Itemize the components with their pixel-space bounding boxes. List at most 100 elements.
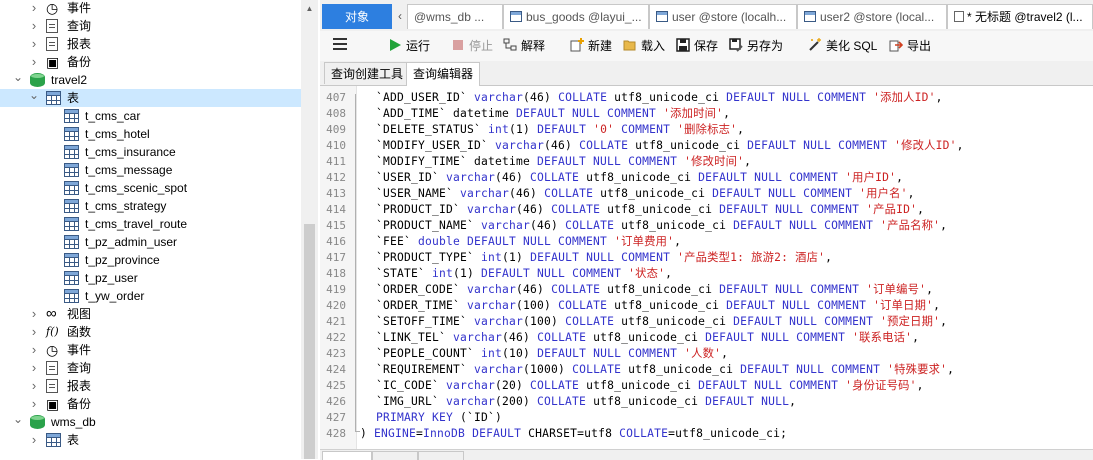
table-icon [510,11,522,22]
tree-item[interactable]: › 查询 [0,17,301,35]
tree-item[interactable]: › ▣ 备份 [0,53,301,71]
tree-item[interactable]: ⌄ travel2 [0,71,301,89]
code-line[interactable]: `MODIFY_TIME` datetime DEFAULT NULL COMM… [362,154,751,170]
chevron-right-icon[interactable]: › [28,0,40,17]
tree-item[interactable]: › ∞ 视图 [0,305,301,323]
chevron-down-icon[interactable]: ⌄ [28,89,40,107]
chevron-right-icon[interactable]: › [28,35,40,53]
code-line[interactable]: `PEOPLE_COUNT` int(10) DEFAULT NULL COMM… [362,346,728,362]
code-line[interactable]: `USER_NAME` varchar(46) COLLATE utf8_uni… [362,186,915,202]
tree-item[interactable]: › ▣ 备份 [0,395,301,413]
chevron-right-icon[interactable]: › [28,377,40,395]
tree-item[interactable]: › 报表 [0,377,301,395]
tree-item[interactable]: ⌄ wms_db [0,413,301,431]
tab-query-wms-db[interactable]: @wms_db ... [407,4,503,29]
view-icon: ∞ [46,305,57,322]
table-icon [64,235,79,249]
code-line[interactable]: ) ENGINE=InnoDB DEFAULT CHARSET=utf8 COL… [360,426,787,442]
table-icon [804,11,816,22]
export-button[interactable]: 导出 [889,37,931,55]
sql-editor[interactable]: 407 408 409 410 411 412 413 414 415 416 417 418 419 4… [320,86,1093,449]
chevron-right-icon[interactable]: › [28,359,40,377]
code-line[interactable]: `PRODUCT_NAME` varchar(46) COLLATE utf8_… [362,218,947,234]
tab-query-builder[interactable]: 查询创建工具 [324,62,411,84]
tab-query-editor[interactable]: 查询编辑器 [406,62,481,86]
scroll-up-arrow-icon[interactable]: ▲ [301,0,318,17]
code-line[interactable]: `IC_CODE` varchar(20) COLLATE utf8_unico… [362,378,924,394]
code-line[interactable]: `FEE` double DEFAULT NULL COMMENT '订单费用'… [362,234,681,250]
save-as-button[interactable]: 另存为 [729,37,783,55]
tree-item[interactable]: › f() 函数 [0,323,301,341]
table-group-icon [46,91,61,105]
tab-user2-store[interactable]: user2 @store (local... [797,4,947,29]
tree-item-table[interactable]: t_cms_strategy [0,197,301,215]
tab-untitled-query[interactable]: * 无标题 @travel2 (l... [947,4,1093,29]
tree-item-table[interactable]: t_pz_admin_user [0,233,301,251]
chevron-right-icon[interactable]: › [28,305,40,323]
tree-item[interactable]: › ◷ 事件 [0,0,301,17]
backup-icon: ▣ [46,54,60,70]
tree-item-label: 事件 [67,1,92,15]
hamburger-menu-icon[interactable] [333,38,347,52]
code-line[interactable]: `ORDER_TIME` varchar(100) COLLATE utf8_u… [362,298,940,314]
chevron-right-icon[interactable]: › [28,323,40,341]
run-button[interactable]: 运行 [388,37,430,55]
tree-item-label: t_pz_user [85,271,138,285]
code-line[interactable]: `ADD_TIME` datetime DEFAULT NULL COMMENT… [362,106,730,122]
chevron-right-icon[interactable]: › [28,17,40,35]
code-line[interactable]: `PRODUCT_TYPE` int(1) DEFAULT NULL COMME… [362,250,832,266]
code-line[interactable]: `ADD_USER_ID` varchar(46) COLLATE utf8_u… [362,90,943,106]
tree-item-table[interactable]: t_cms_scenic_spot [0,179,301,197]
tree-item-label: 视图 [67,307,92,321]
tree-item-table[interactable]: t_yw_order [0,287,301,305]
chevron-right-icon[interactable]: › [28,341,40,359]
code-line[interactable]: `STATE` int(1) DEFAULT NULL COMMENT '状态'… [362,266,672,282]
tree-item-table[interactable]: t_cms_hotel [0,125,301,143]
folder-open-icon [623,40,636,51]
save-button[interactable]: 保存 [676,37,718,55]
code-line[interactable]: `LINK_TEL` varchar(46) COLLATE utf8_unic… [362,330,919,346]
tab-bus-goods[interactable]: bus_goods @layui_... [503,4,649,29]
tree-item-table[interactable]: t_cms_insurance [0,143,301,161]
tree-item[interactable]: › 查询 [0,359,301,377]
code-line[interactable]: `IMG_URL` varchar(200) COLLATE utf8_unic… [362,394,796,410]
explain-label: 解释 [521,39,546,53]
tree-item[interactable]: › 报表 [0,35,301,53]
tree-item[interactable]: › 表 [0,431,301,449]
database-icon [30,73,45,87]
line-number: 420 [326,299,346,312]
tree-item-table[interactable]: t_pz_province [0,251,301,269]
chevron-down-icon[interactable]: ⌄ [12,71,24,89]
code-line[interactable]: `ORDER_CODE` varchar(46) COLLATE utf8_un… [362,282,933,298]
tree-item-table[interactable]: t_cms_message [0,161,301,179]
chevron-down-icon[interactable]: ⌄ [12,413,24,431]
code-line[interactable]: `USER_ID` varchar(46) COLLATE utf8_unico… [362,170,903,186]
code-line[interactable]: `DELETE_STATUS` int(1) DEFAULT '0' COMME… [362,122,744,138]
tab-user-store[interactable]: user @store (localh... [649,4,797,29]
code-line[interactable]: `REQUIREMENT` varchar(1000) COLLATE utf8… [362,362,954,378]
table-icon [64,199,79,213]
code-line[interactable]: `PRODUCT_ID` varchar(46) COLLATE utf8_un… [362,202,924,218]
tree-item[interactable]: › ◷ 事件 [0,341,301,359]
new-button[interactable]: 新建 [570,37,612,55]
code-line[interactable]: PRIMARY KEY (`ID`) [362,410,502,426]
stop-button[interactable]: 停止 [451,37,493,55]
tree-scrollbar-thumb[interactable] [304,224,315,459]
tree-item-table[interactable]: t_pz_user [0,269,301,287]
tree-item-table[interactable]: t_cms_car [0,107,301,125]
code-line[interactable]: `SETOFF_TIME` varchar(100) COLLATE utf8_… [362,314,947,330]
load-button[interactable]: 载入 [623,37,665,55]
tree-item-label: t_cms_strategy [85,199,167,213]
chevron-right-icon[interactable]: › [28,395,40,413]
chevron-right-icon[interactable]: › [28,53,40,71]
line-number: 415 [326,219,346,232]
chevron-right-icon[interactable]: › [28,431,40,449]
tree-item-table[interactable]: t_cms_travel_route [0,215,301,233]
beautify-sql-button[interactable]: 美化 SQL [808,37,877,55]
tab-objects[interactable]: 对象 [322,4,392,29]
tree-item[interactable]: ⌄ 表 [0,89,301,107]
explain-button[interactable]: 解释 [503,37,545,55]
code-line[interactable]: `MODIFY_USER_ID` varchar(46) COLLATE utf… [362,138,964,154]
chevron-left-icon[interactable]: ‹ [393,4,407,29]
object-tree[interactable]: › ◷ 事件 › 查询 › 报表 › ▣ 备份 ⌄ travel2 ⌄ 表 t_cms_car t_cms_h… [0,0,301,459]
